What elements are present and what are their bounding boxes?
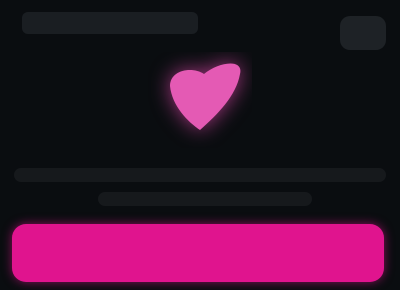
menu-button[interactable] bbox=[340, 16, 386, 50]
page-title bbox=[22, 12, 198, 34]
description-line-2 bbox=[98, 192, 312, 206]
primary-action-button[interactable] bbox=[12, 224, 384, 282]
heart-shape-icon bbox=[170, 63, 241, 131]
top-bar bbox=[0, 0, 400, 56]
hero-graphic bbox=[148, 52, 252, 148]
description-line-1 bbox=[14, 168, 386, 182]
